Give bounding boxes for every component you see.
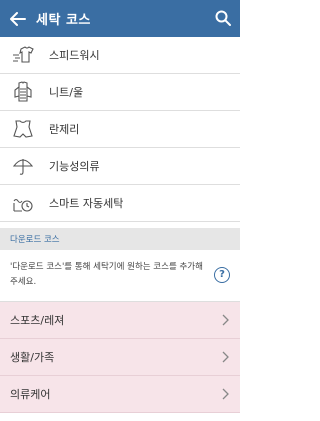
search-icon: [215, 10, 231, 26]
page-title: 세탁 코스: [36, 13, 91, 28]
course-label: 스마트 자동세탁: [49, 197, 124, 210]
category-item-life-family[interactable]: 생활/가족: [0, 339, 240, 376]
back-button[interactable]: [0, 0, 36, 37]
course-item-lingerie[interactable]: 란제리: [0, 111, 240, 148]
download-section-title: 다운로드 코스: [10, 235, 60, 245]
smart-wash-icon: [11, 191, 35, 215]
app-header: 세탁 코스: [0, 0, 240, 37]
category-item-clothing-care[interactable]: 의류케어: [0, 376, 240, 413]
course-item-functional[interactable]: 기능성의류: [0, 148, 240, 185]
lingerie-icon: [11, 117, 35, 141]
chevron-right-icon: [222, 351, 229, 363]
speed-wash-icon: [11, 43, 35, 67]
download-info-row: '다운로드 코스'를 통해 세탁기에 원하는 코스를 추가해주세요. ?: [0, 250, 240, 302]
knit-wool-icon: [11, 80, 35, 104]
course-list: 스피드워시 니트/울 란제리 기능성의류 스마트 자동세탁: [0, 37, 240, 222]
umbrella-icon: [11, 154, 35, 178]
chevron-right-icon: [222, 314, 229, 326]
category-item-sports[interactable]: 스포츠/레져: [0, 302, 240, 339]
course-label: 기능성의류: [49, 160, 100, 173]
download-section-header: 다운로드 코스: [0, 228, 240, 250]
category-label: 의류케어: [10, 388, 51, 401]
category-label: 스포츠/레져: [10, 314, 65, 327]
course-label: 란제리: [49, 123, 80, 136]
course-label: 스피드워시: [49, 49, 100, 62]
category-label: 생활/가족: [10, 351, 55, 364]
help-icon[interactable]: ?: [214, 267, 230, 283]
search-button[interactable]: [212, 7, 234, 29]
chevron-right-icon: [222, 388, 229, 400]
course-item-knit-wool[interactable]: 니트/울: [0, 74, 240, 111]
download-info-text: '다운로드 코스'를 통해 세탁기에 원하는 코스를 추가해주세요.: [10, 262, 203, 287]
course-label: 니트/울: [49, 86, 84, 99]
course-item-speed-wash[interactable]: 스피드워시: [0, 37, 240, 74]
back-arrow-icon: [10, 11, 26, 26]
course-item-smart-wash[interactable]: 스마트 자동세탁: [0, 185, 240, 222]
